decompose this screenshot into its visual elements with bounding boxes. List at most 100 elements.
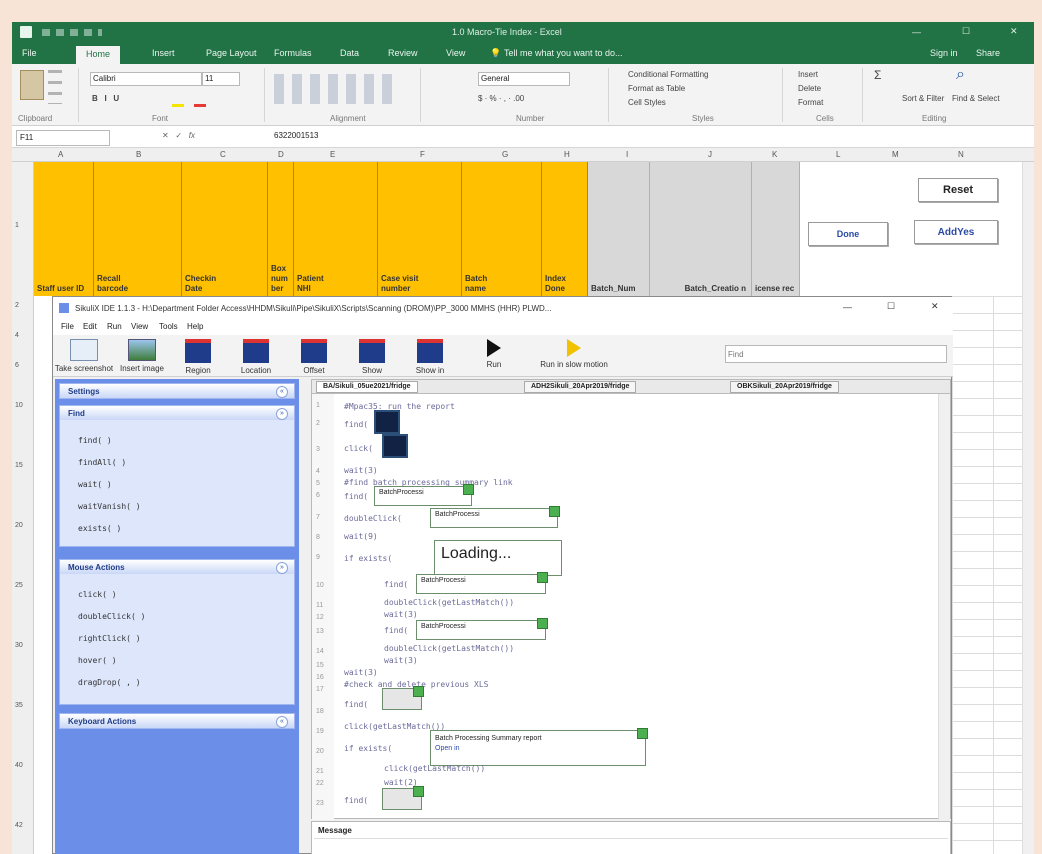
message-area[interactable] <box>314 838 948 854</box>
done-button[interactable]: Done <box>808 222 888 246</box>
row-number[interactable]: 1 <box>15 222 19 229</box>
find-select-button[interactable]: Find & Select <box>952 94 1000 103</box>
location-button[interactable]: Location <box>225 337 287 375</box>
header-cell-checkin-date[interactable]: Checkin Date <box>182 162 268 296</box>
user-image-thumbnail[interactable] <box>382 786 424 810</box>
menu-view[interactable]: View <box>131 322 148 331</box>
tab-review[interactable]: Review <box>388 48 418 58</box>
sign-in-link[interactable]: Sign in <box>930 48 958 58</box>
tab-formulas[interactable]: Formulas <box>274 48 312 58</box>
maximize-icon[interactable]: ☐ <box>962 26 970 37</box>
column-header[interactable]: M <box>892 150 899 159</box>
menu-help[interactable]: Help <box>187 322 203 331</box>
image-thumbnail[interactable]: BatchProcessi <box>416 618 548 640</box>
header-cell-batch-creation[interactable]: Batch_Creatio n <box>650 162 752 296</box>
menu-tools[interactable]: Tools <box>159 322 178 331</box>
user-image-thumbnail[interactable] <box>382 686 424 710</box>
column-header[interactable]: G <box>502 150 508 159</box>
minimize-icon[interactable]: — <box>912 27 921 37</box>
font-size-select[interactable]: 11 <box>202 72 240 86</box>
cmd-click[interactable]: click( ) <box>78 590 117 599</box>
cell-styles-button[interactable]: Cell Styles <box>628 98 666 107</box>
cmd-wait-vanish[interactable]: waitVanish( ) <box>78 502 141 511</box>
chevron-icon[interactable]: « <box>276 716 288 728</box>
tab-file[interactable]: File <box>22 48 37 58</box>
cmd-wait[interactable]: wait( ) <box>78 480 112 489</box>
summary-report-thumbnail[interactable]: Batch Processing Summary report Open in <box>430 728 648 766</box>
row-number[interactable]: 15 <box>15 462 23 469</box>
cmd-find-all[interactable]: findAll( ) <box>78 458 126 467</box>
column-header[interactable]: D <box>278 150 284 159</box>
cmd-drag-drop[interactable]: dragDrop( , ) <box>78 678 141 687</box>
editor-tab[interactable]: ADH2Sikuli_20Apr2019/fridge <box>524 381 637 393</box>
tab-home[interactable]: Home <box>76 46 121 64</box>
menu-run[interactable]: Run <box>107 322 122 331</box>
header-cell-box-number[interactable]: Box num ber <box>268 162 294 296</box>
cmd-find[interactable]: find( ) <box>78 436 112 445</box>
row-number[interactable]: 40 <box>15 762 23 769</box>
format-as-table-button[interactable]: Format as Table <box>628 84 685 93</box>
autosum-icon[interactable]: Σ <box>874 68 881 82</box>
edge-browser-icon[interactable] <box>374 410 400 434</box>
offset-button[interactable]: Offset <box>283 337 345 375</box>
format-cells-button[interactable]: Format <box>798 98 823 107</box>
column-header[interactable]: E <box>330 150 335 159</box>
image-thumbnail[interactable]: BatchProcessi <box>430 506 560 528</box>
number-format-select[interactable]: General <box>478 72 570 86</box>
insert-cells-button[interactable]: Insert <box>798 70 818 79</box>
column-header[interactable]: H <box>564 150 570 159</box>
header-cell-staff-user-id[interactable]: Staff user ID <box>34 162 94 296</box>
font-color-icon[interactable] <box>194 94 206 107</box>
cmd-double-click[interactable]: doubleClick( ) <box>78 612 145 621</box>
cmd-exists[interactable]: exists( ) <box>78 524 121 533</box>
tab-insert[interactable]: Insert <box>152 48 175 58</box>
column-header[interactable]: J <box>708 150 712 159</box>
cmd-right-click[interactable]: rightClick( ) <box>78 634 141 643</box>
delete-cells-button[interactable]: Delete <box>798 84 821 93</box>
panel-keyboard-actions[interactable]: Keyboard Actions « <box>59 713 295 729</box>
chevron-icon[interactable]: « <box>276 386 288 398</box>
tab-view[interactable]: View <box>446 48 465 58</box>
excel-vertical-scrollbar[interactable] <box>1022 162 1034 854</box>
column-header[interactable]: C <box>220 150 226 159</box>
fx-icon[interactable]: ✕ ✓ fx <box>162 131 195 140</box>
tab-page-layout[interactable]: Page Layout <box>206 48 257 58</box>
header-cell-batch-name[interactable]: Batch name <box>462 162 542 296</box>
cut-copy-icons[interactable] <box>48 70 62 104</box>
tab-data[interactable]: Data <box>340 48 359 58</box>
ide-close-icon[interactable]: ✕ <box>931 301 939 312</box>
column-header[interactable]: K <box>772 150 777 159</box>
row-number[interactable]: 25 <box>15 582 23 589</box>
show-in-button[interactable]: Show in <box>399 337 461 375</box>
column-header[interactable]: A <box>58 150 63 159</box>
font-name-select[interactable]: Calibri <box>90 72 202 86</box>
ide-minimize-icon[interactable]: — <box>843 302 852 312</box>
row-number[interactable]: 6 <box>15 362 19 369</box>
image-thumbnail[interactable]: BatchProcessi <box>416 572 548 594</box>
code-editor[interactable]: BA/Sikuli_05ue2021/fridge ADH2Sikuli_20A… <box>311 379 951 820</box>
menu-file[interactable]: File <box>61 322 74 331</box>
column-header[interactable]: B <box>136 150 141 159</box>
header-cell-batch-num[interactable]: Batch_Num <box>588 162 650 296</box>
share-button[interactable]: Share <box>976 48 1000 58</box>
row-number[interactable]: 10 <box>15 402 23 409</box>
row-number[interactable]: 30 <box>15 642 23 649</box>
loading-thumbnail[interactable]: Loading... <box>434 540 562 576</box>
row-number[interactable]: 20 <box>15 522 23 529</box>
run-slow-motion-button[interactable]: Run in slow motion <box>529 337 619 375</box>
column-header[interactable]: L <box>836 150 840 159</box>
panel-header[interactable]: Find <box>60 406 294 420</box>
cmd-hover[interactable]: hover( ) <box>78 656 117 665</box>
header-cell-license-rec[interactable]: icense rec <box>752 162 800 296</box>
search-icon[interactable]: ⌕ <box>956 66 965 84</box>
name-box[interactable]: F11 <box>16 130 110 146</box>
formula-input[interactable]: 6322001513 <box>274 131 319 140</box>
paste-icon[interactable] <box>20 70 44 100</box>
header-cell-index-done[interactable]: Index Done <box>542 162 588 296</box>
region-button[interactable]: Region <box>167 337 229 375</box>
tell-me-box[interactable]: Tell me what you want to do... <box>504 48 623 58</box>
alignment-icons[interactable] <box>274 74 394 104</box>
row-number[interactable]: 35 <box>15 702 23 709</box>
take-screenshot-button[interactable]: Take screenshot <box>53 337 115 375</box>
ide-maximize-icon[interactable]: ☐ <box>887 301 895 312</box>
